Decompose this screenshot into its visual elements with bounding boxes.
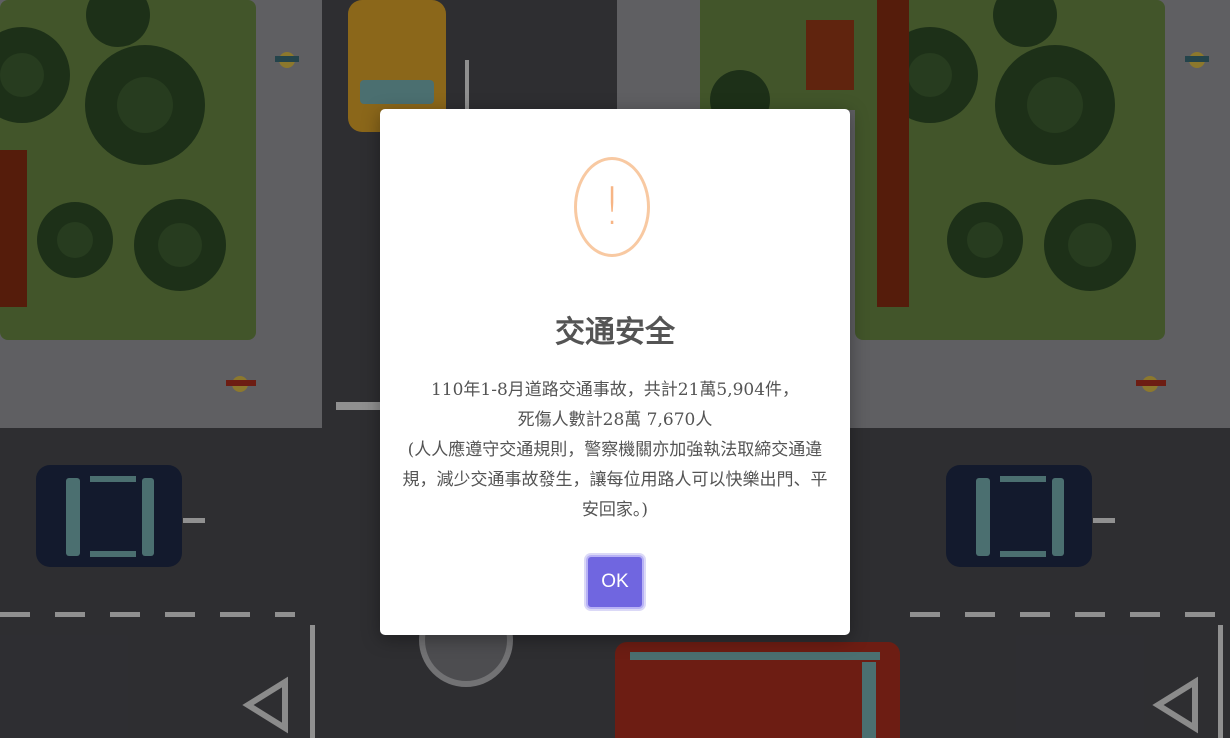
message-line: 規，減少交通事故發生，讓每位用路人可以快樂出門、平 [402,470,828,490]
dialog-title: 交通安全 [555,315,675,350]
traffic-safety-dialog: ! 交通安全 110年1-8月道路交通事故，共計21萬5,904件， 死傷人數計… [380,109,850,635]
message-line: (人人應遵守交通規則，警察機關亦加強執法取締交通違 [407,440,823,460]
exclamation-icon: ! [574,157,650,257]
message-line: 死傷人數計28萬 7,670人 [517,410,713,430]
message-line: 安回家。) [581,500,649,520]
dialog-message: 110年1-8月道路交通事故，共計21萬5,904件， 死傷人數計28萬 7,6… [400,375,830,525]
message-line: 110年1-8月道路交通事故，共計21萬5,904件， [430,380,800,400]
ok-button[interactable]: OK [586,555,644,609]
